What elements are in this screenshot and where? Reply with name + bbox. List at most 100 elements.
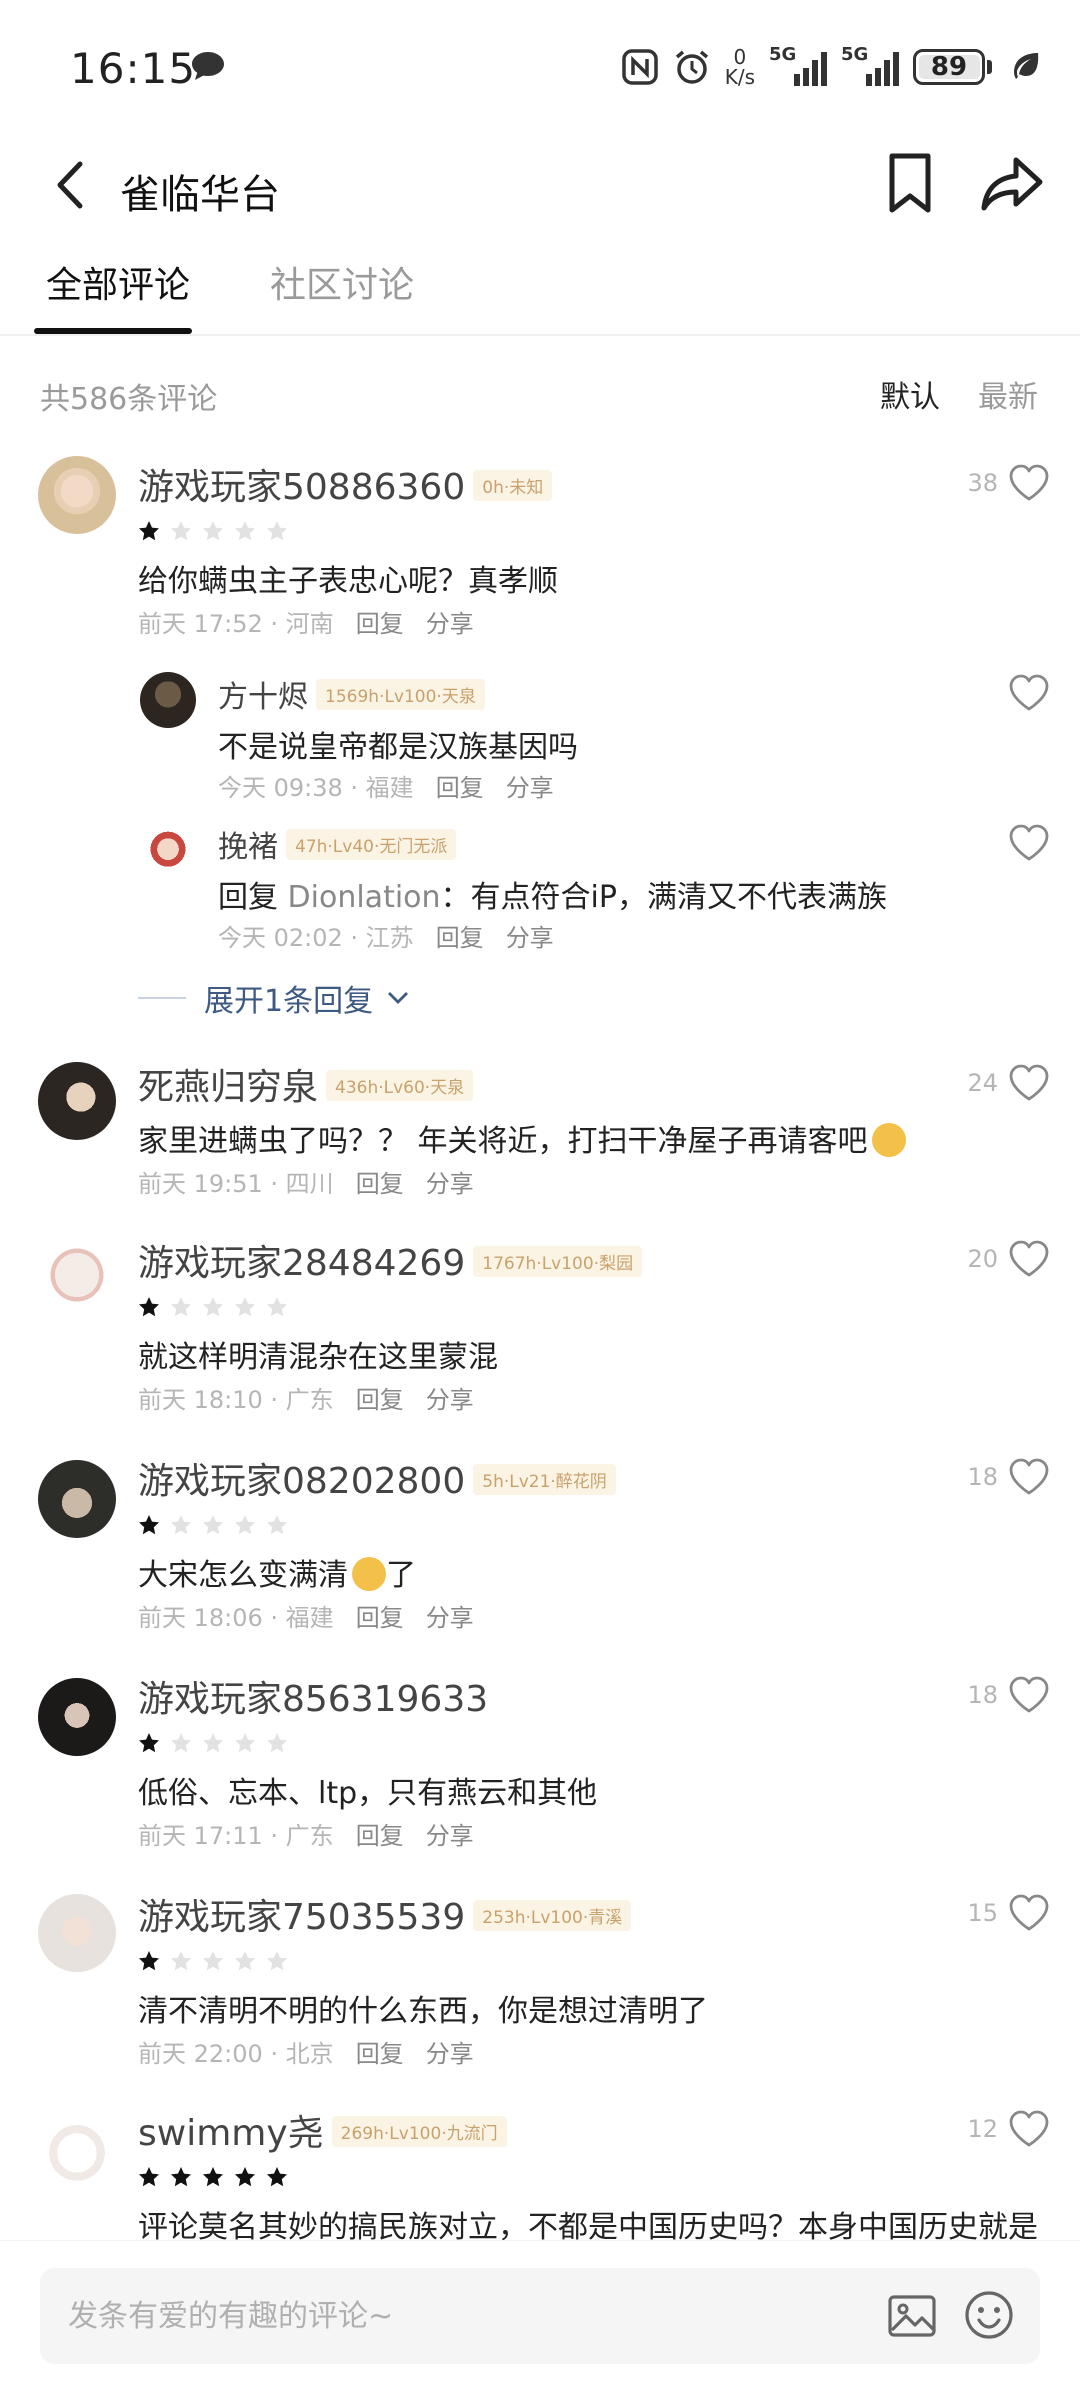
share-button[interactable]: 分享 <box>426 1386 474 1414</box>
like-button[interactable]: 12 <box>967 2110 1050 2148</box>
comment-username[interactable]: 游戏玩家28484269 1767h·Lv100·梨园 <box>138 1234 643 1286</box>
tab-all-comments[interactable]: 全部评论 <box>46 256 190 308</box>
username-text: swimmy尧 <box>138 2113 324 2154</box>
tab-bar: 全部评论 社区讨论 <box>0 250 1080 336</box>
sort-newest-button[interactable]: 最新 <box>978 372 1038 416</box>
comment-item: 游戏玩家75035539 253h·Lv100·青溪 清不清明不明的什么东西，你是… <box>0 1888 1080 2078</box>
star-icon <box>234 2166 256 2188</box>
net-speed-unit: K/s <box>724 65 755 89</box>
star-icon <box>234 1732 256 1754</box>
username-text: 游戏玩家08202800 <box>138 1461 466 1502</box>
star-icon <box>202 1732 224 1754</box>
like-button[interactable] <box>1008 824 1050 862</box>
reply-button[interactable]: 回复 <box>356 1170 404 1198</box>
comment-username[interactable]: 游戏玩家50886360 0h·未知 <box>138 458 553 510</box>
reply-button[interactable]: 回复 <box>356 610 404 638</box>
user-tag: 47h·Lv40·无门无派 <box>286 829 457 860</box>
like-button[interactable]: 18 <box>967 1676 1050 1714</box>
star-icon <box>170 1296 192 1318</box>
avatar[interactable] <box>38 1678 116 1756</box>
back-arrow-icon[interactable] <box>44 150 94 220</box>
signal-label-2: 5G <box>841 44 869 65</box>
star-icon <box>202 2166 224 2188</box>
star-icon <box>170 2166 192 2188</box>
reply-time-location: 今天 09:38 · 福建 <box>218 774 414 802</box>
signal-label-1: 5G <box>769 44 797 65</box>
rating-stars <box>138 520 288 542</box>
share-button[interactable]: 分享 <box>426 1170 474 1198</box>
nfc-icon <box>621 49 658 85</box>
bookmark-icon[interactable] <box>880 146 940 222</box>
expand-replies-button[interactable]: 展开1条回复 <box>138 976 409 1020</box>
share-icon[interactable] <box>976 146 1048 222</box>
star-icon <box>138 520 160 542</box>
like-count: 18 <box>967 1681 998 1709</box>
comment-username[interactable]: 游戏玩家856319633 <box>138 1670 488 1722</box>
avatar[interactable] <box>38 2110 116 2188</box>
reply-button[interactable]: 回复 <box>436 774 484 802</box>
comment-time-location: 前天 17:52 · 河南 <box>138 610 334 638</box>
comment-text: 给你螨虫主子表忠心呢？真孝顺 <box>138 564 558 599</box>
comment-item: swimmy尧 269h·Lv100·九流门 评论莫名其妙的搞民族对立，不都是中国… <box>0 2104 1080 2240</box>
star-icon <box>266 1514 288 1536</box>
message-icon <box>192 52 224 80</box>
like-button[interactable]: 38 <box>967 464 1050 502</box>
expand-replies-label: 展开1条回复 <box>204 984 374 1019</box>
emoji-icon[interactable] <box>962 2288 1016 2342</box>
user-tag: 1767h·Lv100·梨园 <box>473 1245 643 1277</box>
comment-username[interactable]: 死燕归穷泉 436h·Lv60·天泉 <box>138 1058 474 1110</box>
heart-icon <box>1008 2110 1050 2148</box>
net-speed: 0 K/s <box>725 47 755 87</box>
comment-username[interactable]: 游戏玩家75035539 253h·Lv100·青溪 <box>138 1888 632 1940</box>
emoji-icon <box>352 1556 386 1591</box>
like-count: 24 <box>967 1069 998 1097</box>
avatar[interactable] <box>38 456 116 534</box>
reply-username[interactable]: 方十烬 1569h·Lv100·天泉 <box>218 672 485 716</box>
comment-input[interactable] <box>68 2292 848 2340</box>
reply-prefix: 回复 <box>218 880 288 915</box>
comment-username[interactable]: swimmy尧 269h·Lv100·九流门 <box>138 2104 507 2156</box>
share-button[interactable]: 分享 <box>426 610 474 638</box>
share-button[interactable]: 分享 <box>506 774 554 802</box>
like-button[interactable]: 18 <box>967 1458 1050 1496</box>
image-icon[interactable] <box>886 2290 938 2342</box>
comment-meta: 前天 22:00 · 北京 回复 分享 <box>138 2034 474 2069</box>
share-button[interactable]: 分享 <box>426 2040 474 2068</box>
star-icon <box>170 1514 192 1536</box>
like-button[interactable] <box>1008 674 1050 712</box>
reply-username[interactable]: 挽褚 47h·Lv40·无门无派 <box>218 822 457 866</box>
star-icon <box>138 1732 160 1754</box>
like-button[interactable]: 24 <box>967 1064 1050 1102</box>
comment-item: 游戏玩家856319633 低俗、忘本、ltp，只有燕云和其他 前天 17:11… <box>0 1670 1080 1860</box>
reply-button[interactable]: 回复 <box>436 924 484 952</box>
star-icon <box>234 520 256 542</box>
user-tag: 0h·未知 <box>473 469 553 501</box>
reply-avatar[interactable] <box>140 824 196 880</box>
star-icon <box>266 1950 288 1972</box>
heart-icon <box>1008 824 1050 862</box>
comment-text: 大宋怎么变满清 了 <box>138 1550 416 1594</box>
reply-avatar[interactable] <box>140 672 196 728</box>
quoted-user[interactable]: Dionlation <box>288 880 441 915</box>
star-icon <box>170 1950 192 1972</box>
reply-button[interactable]: 回复 <box>356 2040 404 2068</box>
share-button[interactable]: 分享 <box>506 924 554 952</box>
avatar[interactable] <box>38 1894 116 1972</box>
sort-default-button[interactable]: 默认 <box>880 372 940 416</box>
status-icons: 0 K/s 5G 5G 89 <box>621 44 1044 90</box>
comment-username[interactable]: 游戏玩家08202800 5h·Lv21·醉花阴 <box>138 1452 616 1504</box>
star-icon <box>202 1950 224 1972</box>
like-button[interactable]: 15 <box>967 1894 1050 1932</box>
avatar[interactable] <box>38 1062 116 1140</box>
avatar[interactable] <box>38 1460 116 1538</box>
tab-community-discussion[interactable]: 社区讨论 <box>270 256 414 308</box>
avatar[interactable] <box>38 1236 116 1314</box>
battery-level: 89 <box>930 52 968 82</box>
share-button[interactable]: 分享 <box>426 1822 474 1850</box>
like-button[interactable]: 20 <box>967 1240 1050 1278</box>
reply-button[interactable]: 回复 <box>356 1604 404 1632</box>
battery-tip <box>987 60 992 74</box>
reply-button[interactable]: 回复 <box>356 1386 404 1414</box>
reply-button[interactable]: 回复 <box>356 1822 404 1850</box>
share-button[interactable]: 分享 <box>426 1604 474 1632</box>
